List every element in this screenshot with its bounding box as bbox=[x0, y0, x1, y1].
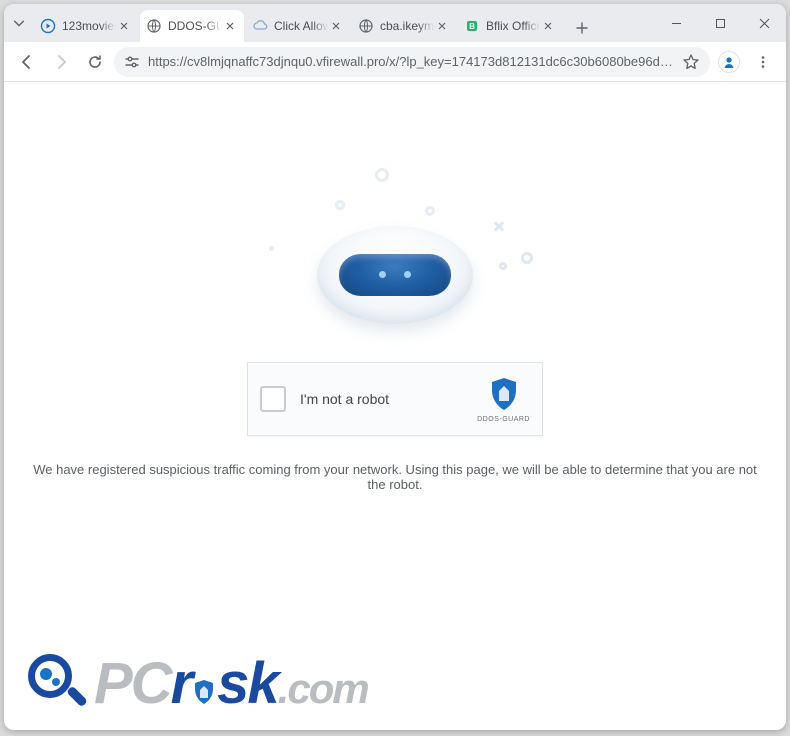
shield-icon bbox=[488, 376, 520, 412]
tab-3[interactable]: cba.ikeyma bbox=[352, 10, 456, 42]
tabs-strip: 123movies DDOS-GUARD Click Allow bbox=[34, 4, 596, 42]
page-content: I'm not a robot DDOS-GUARD We have regis… bbox=[4, 82, 786, 730]
close-icon bbox=[120, 22, 128, 30]
window-controls bbox=[654, 4, 786, 42]
watermark-text: PC rsk .com bbox=[94, 655, 368, 713]
menu-button[interactable] bbox=[748, 47, 778, 77]
close-icon bbox=[759, 18, 770, 29]
play-icon bbox=[40, 18, 56, 34]
chevron-down-icon bbox=[12, 16, 26, 30]
close-icon bbox=[332, 22, 340, 30]
magnifier-icon bbox=[26, 652, 90, 716]
tab-title: cba.ikeyma bbox=[380, 19, 434, 33]
watermark-pc: PC bbox=[94, 655, 171, 713]
plus-icon bbox=[576, 22, 588, 34]
captcha-brand: DDOS-GUARD bbox=[477, 376, 530, 423]
tab-title: DDOS-GUARD bbox=[168, 19, 222, 33]
captcha-checkbox[interactable] bbox=[260, 386, 286, 412]
tab-title: 123movies bbox=[62, 19, 116, 33]
svg-text:B: B bbox=[469, 22, 475, 31]
tab-2[interactable]: Click Allow bbox=[246, 10, 350, 42]
captcha-box: I'm not a robot DDOS-GUARD bbox=[247, 362, 543, 436]
browser-window: 123movies DDOS-GUARD Click Allow bbox=[4, 4, 786, 730]
site-info-button[interactable] bbox=[124, 54, 140, 70]
arrow-left-icon bbox=[19, 54, 35, 70]
minimize-icon bbox=[671, 18, 682, 29]
avatar-icon bbox=[718, 51, 740, 73]
tab-close-button[interactable] bbox=[434, 18, 450, 34]
tab-title: Bflix Official bbox=[486, 19, 540, 33]
reload-icon bbox=[87, 54, 103, 70]
watermark: PC rsk .com bbox=[26, 652, 368, 716]
captcha-label: I'm not a robot bbox=[300, 391, 477, 407]
arrow-right-icon bbox=[53, 54, 69, 70]
star-icon bbox=[682, 53, 700, 71]
back-button[interactable] bbox=[12, 47, 42, 77]
address-bar: https://cv8lmjqnaffc73djnqu0.vfirewall.p… bbox=[4, 42, 786, 82]
tab-0[interactable]: 123movies bbox=[34, 10, 138, 42]
close-icon bbox=[226, 22, 234, 30]
cloud-icon bbox=[252, 18, 268, 34]
profile-button[interactable] bbox=[714, 47, 744, 77]
bookmark-button[interactable] bbox=[682, 53, 700, 71]
new-tab-button[interactable] bbox=[568, 14, 596, 42]
tab-close-button[interactable] bbox=[116, 18, 132, 34]
tab-title: Click Allow bbox=[274, 19, 328, 33]
close-icon bbox=[544, 22, 552, 30]
tab-close-button[interactable] bbox=[328, 18, 344, 34]
tab-1[interactable]: DDOS-GUARD bbox=[140, 10, 244, 42]
maximize-button[interactable] bbox=[698, 4, 742, 42]
maximize-icon bbox=[715, 18, 726, 29]
bflix-icon: B bbox=[464, 18, 480, 34]
minimize-button[interactable] bbox=[654, 4, 698, 42]
globe-icon bbox=[146, 18, 162, 34]
kebab-icon bbox=[756, 55, 770, 69]
titlebar: 123movies DDOS-GUARD Click Allow bbox=[4, 4, 786, 42]
captcha-brand-text: DDOS-GUARD bbox=[477, 416, 530, 423]
watermark-risk: rsk bbox=[171, 655, 278, 713]
globe-icon bbox=[358, 18, 374, 34]
forward-button[interactable] bbox=[46, 47, 76, 77]
robot-illustration bbox=[255, 162, 535, 342]
omnibox[interactable]: https://cv8lmjqnaffc73djnqu0.vfirewall.p… bbox=[114, 47, 710, 77]
reload-button[interactable] bbox=[80, 47, 110, 77]
url-text: https://cv8lmjqnaffc73djnqu0.vfirewall.p… bbox=[148, 54, 674, 69]
close-window-button[interactable] bbox=[742, 4, 786, 42]
tab-4[interactable]: B Bflix Official bbox=[458, 10, 562, 42]
watermark-com: .com bbox=[278, 668, 368, 710]
tune-icon bbox=[124, 54, 140, 70]
tab-close-button[interactable] bbox=[222, 18, 238, 34]
shield-icon bbox=[193, 679, 215, 705]
close-icon bbox=[438, 22, 446, 30]
tab-close-button[interactable] bbox=[540, 18, 556, 34]
tabs-dropdown-button[interactable] bbox=[4, 4, 34, 42]
notice-text: We have registered suspicious traffic co… bbox=[4, 462, 786, 492]
